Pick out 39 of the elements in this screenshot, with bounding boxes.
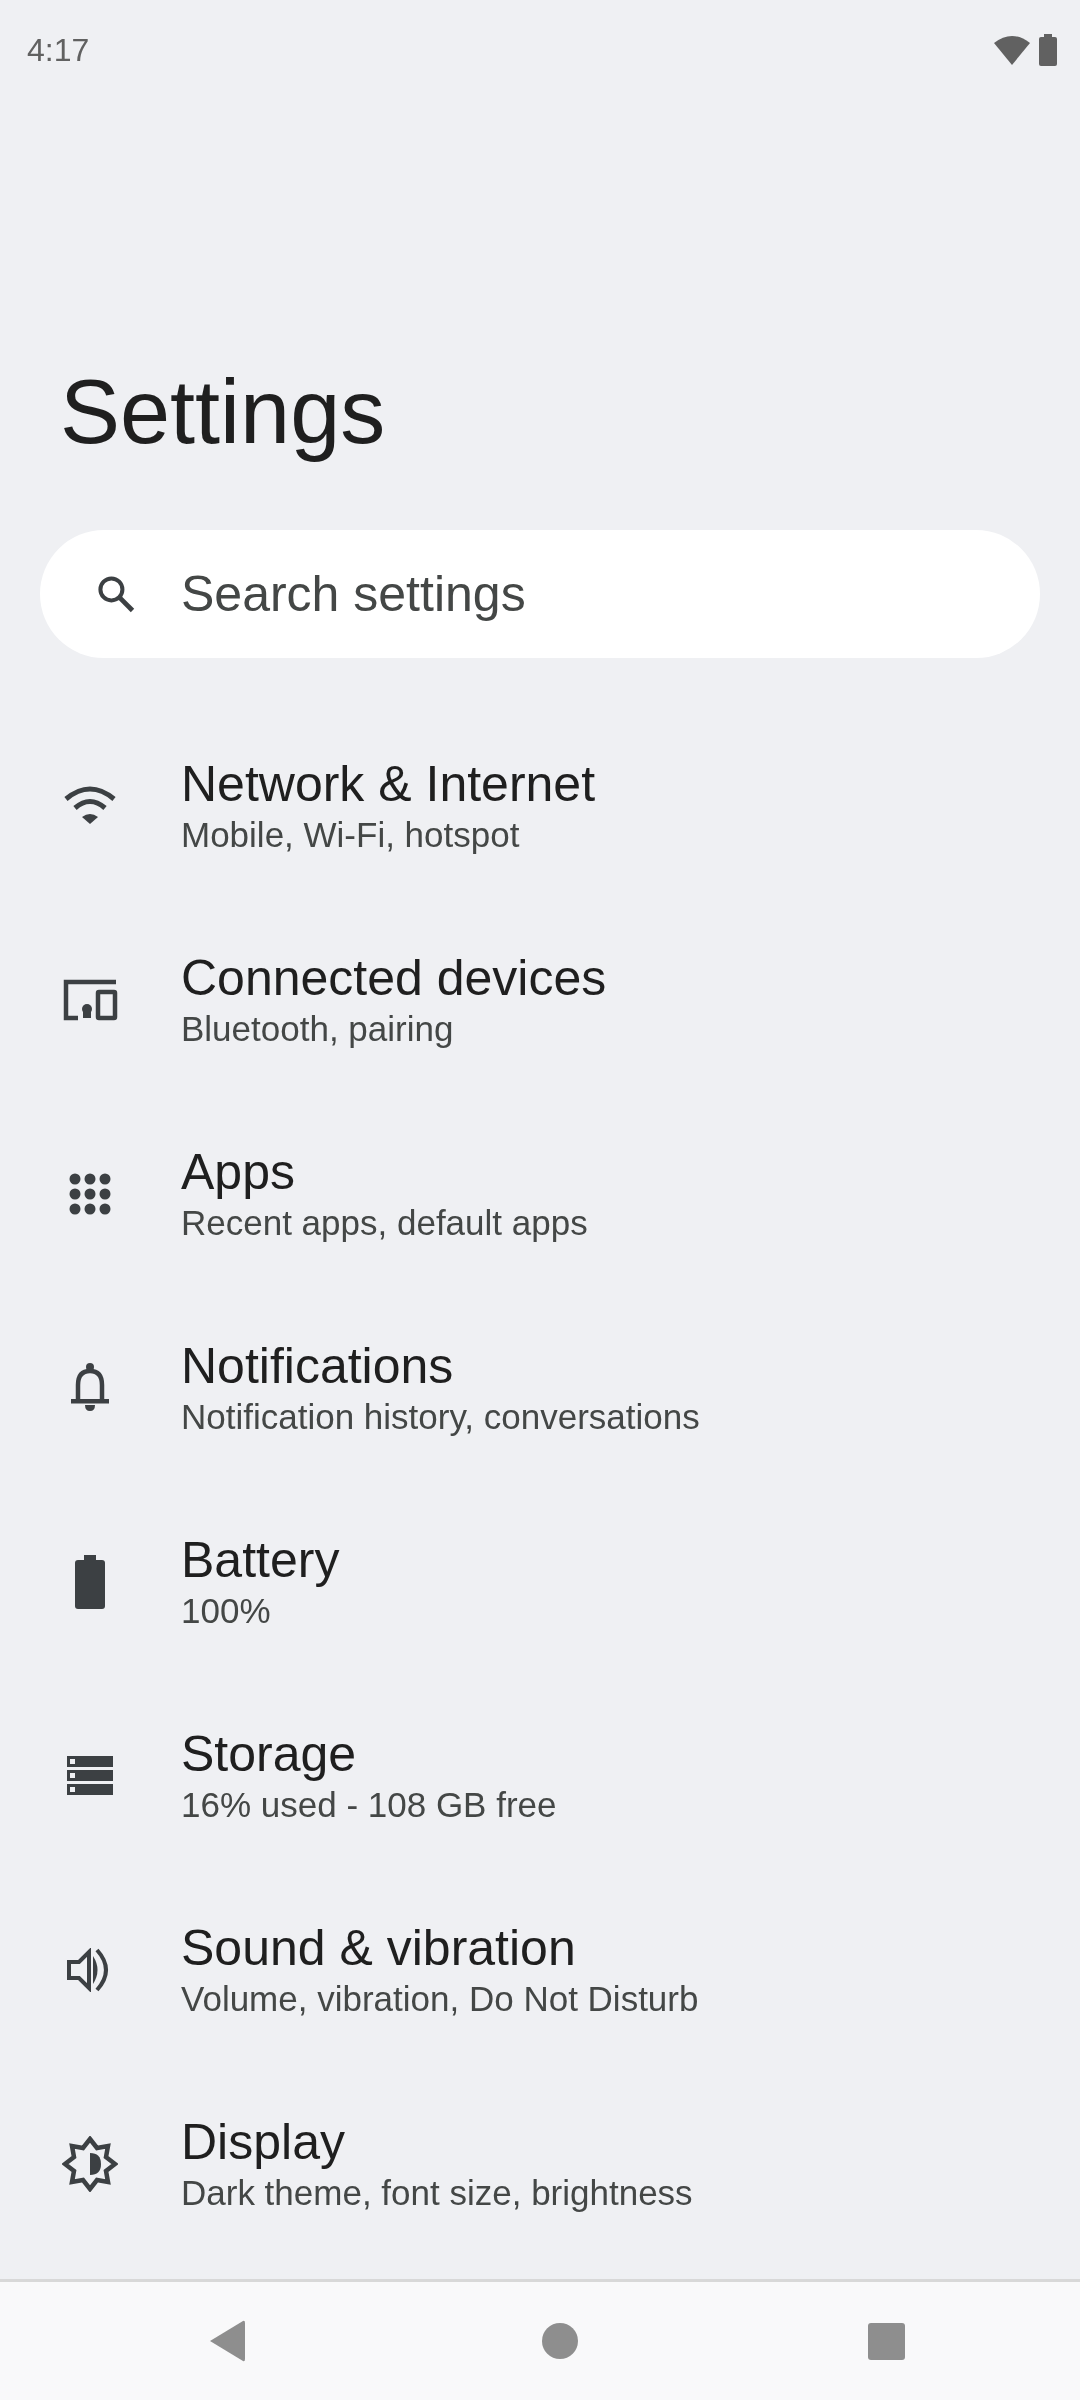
item-title: Connected devices: [181, 949, 607, 1007]
item-subtitle: 100%: [181, 1590, 272, 1632]
search-field[interactable]: Search settings: [40, 530, 1040, 658]
settings-item[interactable]: Display Dark theme, font size, brightness: [0, 2080, 1080, 2274]
settings-item[interactable]: Apps Recent apps, default apps: [0, 1110, 1080, 1304]
item-subtitle: Dark theme, font size, brightness: [181, 2172, 693, 2214]
item-subtitle: Bluetooth, pairing: [181, 1008, 455, 1050]
wifi-icon: [62, 786, 117, 826]
settings-item[interactable]: Connected devices Bluetooth, pairing: [0, 916, 1080, 1110]
settings-item[interactable]: Notifications Notification history, conversations: [0, 1304, 1080, 1498]
item-title: Storage: [181, 1725, 358, 1783]
overview-icon[interactable]: [868, 2322, 905, 2360]
item-title: Sound & vibration: [181, 1919, 577, 1977]
storage-icon: [66, 1756, 113, 1796]
item-subtitle: Volume, vibration, Do Not Disturb: [181, 1978, 699, 2020]
battery-status-icon: [1038, 34, 1058, 66]
item-subtitle: Notification history, conversations: [181, 1396, 700, 1438]
status-time: 4:17: [27, 31, 90, 69]
home-icon[interactable]: [542, 2323, 578, 2359]
back-icon[interactable]: [208, 2319, 246, 2363]
battery-icon: [73, 1555, 106, 1609]
wifi-signal-icon: [994, 34, 1030, 66]
item-title: Battery: [181, 1531, 340, 1589]
devices-icon: [61, 979, 118, 1021]
item-subtitle: 16% used - 108 GB free: [181, 1784, 557, 1826]
item-subtitle: Mobile, Wi-Fi, hotspot: [181, 814, 521, 856]
settings-item[interactable]: Sound & vibration Volume, vibration, Do Not Disturb: [0, 1886, 1080, 2080]
apps-grid-icon: [68, 1173, 111, 1215]
settings-item[interactable]: Storage 16% used - 108 GB free: [0, 1692, 1080, 1886]
page-title: Settings: [60, 362, 387, 462]
item-subtitle: Recent apps, default apps: [181, 1202, 588, 1244]
item-title: Network & Internet: [181, 755, 596, 813]
bell-icon: [69, 1363, 110, 1413]
settings-item[interactable]: Network & Internet Mobile, Wi-Fi, hotspot: [0, 722, 1080, 916]
item-title: Display: [181, 2113, 346, 2171]
item-title: Apps: [181, 1143, 296, 1201]
settings-item[interactable]: Battery 100%: [0, 1498, 1080, 1692]
item-title: Notifications: [181, 1337, 455, 1395]
brightness-icon: [61, 2136, 118, 2192]
